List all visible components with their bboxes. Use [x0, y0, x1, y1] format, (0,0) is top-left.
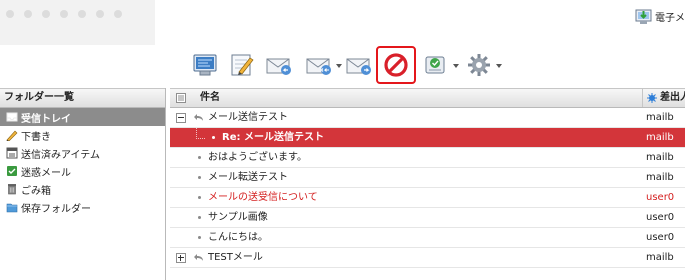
gear-icon [468, 54, 490, 76]
bullet-icon [198, 236, 201, 239]
envelope-forward-icon [346, 58, 371, 75]
logo-dots [6, 10, 122, 18]
inbox-computer-icon [193, 54, 217, 76]
message-sender: mailb [646, 252, 674, 263]
top-link-label[interactable]: 電子メ [655, 9, 685, 24]
message-sender: user0 [646, 232, 675, 243]
column-header-sender-label[interactable]: 差出人 [660, 89, 685, 107]
message-row[interactable]: メール送信テスト mailb [170, 108, 685, 128]
compose-button[interactable] [225, 49, 259, 81]
message-row[interactable]: TESTメール mailb [170, 248, 685, 268]
check-mail-button[interactable] [188, 49, 222, 81]
logo-area [0, 0, 155, 45]
folder-pane: フォルダー一覧 受信トレイ 下書き 送信済みアイテム 迷惑メール ごみ箱 保存フ… [0, 88, 166, 280]
bullet-icon [198, 196, 201, 199]
folder-label: 送信済みアイテム [21, 149, 100, 161]
junk-mail-icon [7, 166, 17, 176]
message-sender: user0 [646, 192, 675, 203]
message-list-header: 件名 差出人 [170, 88, 685, 108]
folder-item-trash[interactable]: ごみ箱 [0, 180, 165, 198]
folder-label: ごみ箱 [21, 185, 51, 197]
folder-item-inbox[interactable]: 受信トレイ [0, 108, 165, 126]
sort-indicator-icon [647, 93, 657, 103]
column-header-subject[interactable]: 件名 [200, 89, 220, 107]
folder-label: 下書き [21, 131, 51, 143]
replied-icon [194, 114, 203, 121]
inbox-icon [6, 112, 18, 122]
message-subject[interactable]: Re: メール送信テスト [222, 128, 324, 147]
spam-filter-button[interactable] [416, 49, 459, 81]
settings-button[interactable] [459, 49, 502, 81]
folder-item-saved[interactable]: 保存フォルダー [0, 198, 165, 216]
bullet-icon [198, 216, 201, 219]
envelope-reply-icon [266, 58, 291, 75]
toolbar [188, 46, 502, 84]
envelope-reply-all-icon [306, 58, 331, 75]
bullet-icon [212, 136, 215, 139]
message-row[interactable]: サンプル画像 user0 [170, 208, 685, 228]
forward-button[interactable] [342, 49, 376, 81]
message-sender: mailb [646, 172, 674, 183]
message-sender: mailb [646, 132, 674, 143]
thread-collapse-toggle[interactable] [176, 113, 186, 123]
bullet-icon [198, 156, 201, 159]
top-banner: 電子メ [0, 0, 685, 45]
folder-icon [6, 203, 18, 213]
message-subject[interactable]: メール転送テスト [208, 168, 288, 187]
folder-item-sent[interactable]: 送信済みアイテム [0, 144, 165, 162]
folder-pane-header: フォルダー一覧 [0, 88, 165, 108]
pencil-icon [6, 130, 18, 141]
bullet-icon [198, 176, 201, 179]
thread-expand-toggle[interactable] [176, 253, 186, 263]
thread-toggle-icon[interactable] [176, 93, 186, 103]
message-sender: user0 [646, 212, 675, 223]
message-subject[interactable]: メール送信テスト [208, 108, 288, 127]
message-row[interactable]: こんにちは。 user0 [170, 228, 685, 248]
top-link[interactable]: 電子メ [635, 8, 685, 25]
spam-check-icon [425, 56, 445, 74]
message-subject[interactable]: おはようございます。 [208, 148, 307, 167]
message-row[interactable]: メール転送テスト mailb [170, 168, 685, 188]
reply-all-button[interactable] [299, 49, 342, 81]
message-sender: mailb [646, 112, 674, 123]
folder-label: 迷惑メール [21, 167, 71, 179]
pencil-memo-icon [231, 54, 254, 76]
folder-label: 保存フォルダー [21, 203, 91, 215]
message-sender: mailb [646, 152, 674, 163]
reply-button[interactable] [262, 49, 296, 81]
folder-item-junk[interactable]: 迷惑メール [0, 162, 165, 180]
trash-icon [8, 184, 16, 195]
message-list: 件名 差出人 メール送信テスト mailb Re: メール送信テスト mailb… [170, 88, 685, 280]
column-header-sender[interactable]: 差出人 [642, 89, 685, 107]
message-subject[interactable]: こんにちは。 [208, 228, 268, 247]
message-row[interactable]: メールの送受信について user0 [170, 188, 685, 208]
folder-label: 受信トレイ [21, 113, 71, 125]
message-row[interactable]: Re: メール送信テスト mailb [170, 128, 685, 148]
sent-items-icon [6, 147, 18, 159]
message-row[interactable]: おはようございます。 mailb [170, 148, 685, 168]
message-subject[interactable]: TESTメール [208, 248, 263, 267]
prohibited-icon [384, 53, 408, 77]
download-computer-icon [635, 9, 652, 24]
message-subject[interactable]: メールの送受信について [208, 188, 318, 207]
message-subject[interactable]: サンプル画像 [208, 208, 268, 227]
folder-item-drafts[interactable]: 下書き [0, 126, 165, 144]
block-button[interactable] [376, 46, 416, 84]
thread-connector [196, 128, 205, 139]
settings-dropdown-caret[interactable] [496, 64, 502, 68]
replied-icon [194, 254, 203, 261]
